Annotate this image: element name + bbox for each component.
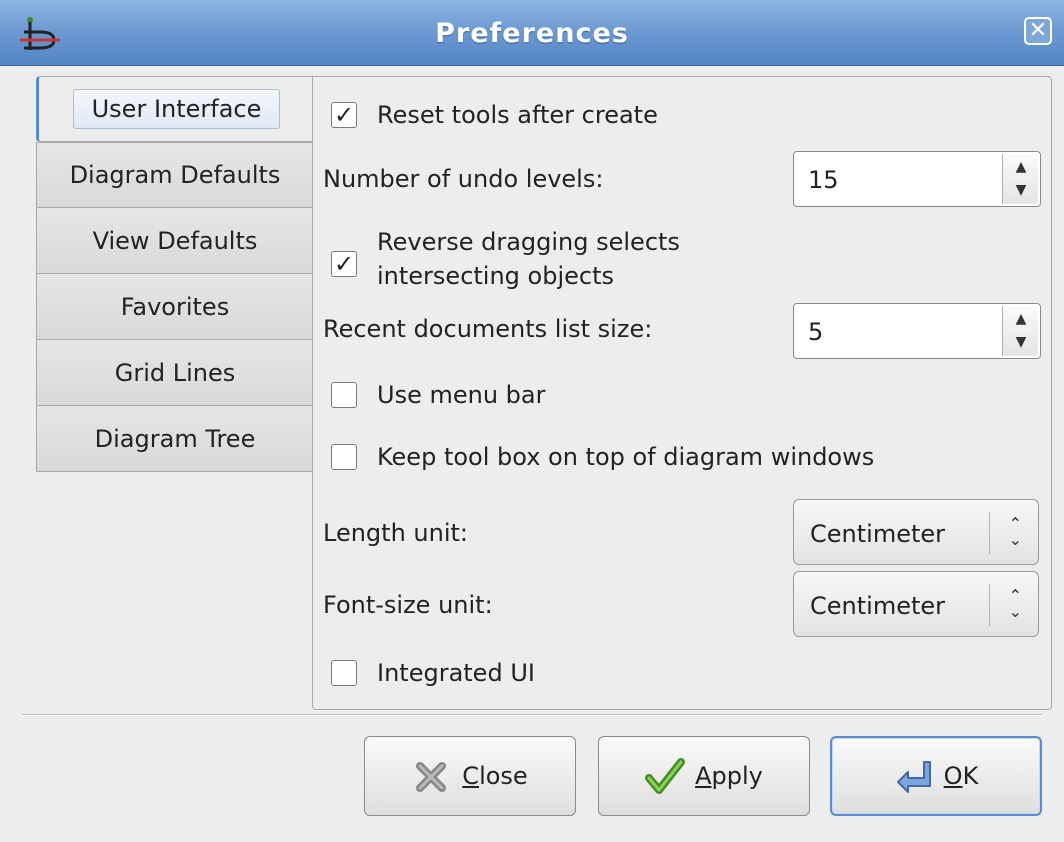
tab-diagram-defaults[interactable]: Diagram Defaults xyxy=(36,142,314,208)
tab-label: User Interface xyxy=(72,89,281,129)
length-unit-combo[interactable]: Centimeter ⌃ ⌄ xyxy=(793,499,1039,565)
reverse-dragging-row[interactable]: ✓ Reverse dragging selects intersecting … xyxy=(313,225,680,293)
window-body: User Interface Diagram Defaults View Def… xyxy=(0,66,1064,842)
apply-button[interactable]: Apply xyxy=(598,736,810,816)
keep-toolbox-label: Keep tool box on top of diagram windows xyxy=(377,443,875,471)
spin-up-icon[interactable]: ▲ xyxy=(1009,155,1033,179)
reverse-dragging-checkbox[interactable]: ✓ xyxy=(331,251,357,277)
button-divider xyxy=(22,714,1042,716)
reverse-dragging-label-line2: intersecting objects xyxy=(377,262,614,290)
length-unit-label: Length unit: xyxy=(323,519,468,547)
tab-view-defaults[interactable]: View Defaults xyxy=(36,208,314,274)
tab-label: Favorites xyxy=(120,292,230,321)
enter-arrow-icon xyxy=(896,761,931,793)
reset-tools-row[interactable]: ✓ Reset tools after create xyxy=(313,101,658,129)
combo-separator xyxy=(989,512,990,554)
length-unit-row: Length unit: xyxy=(323,519,468,547)
undo-levels-row: Number of undo levels: xyxy=(323,165,603,193)
checkmark-icon xyxy=(645,758,686,794)
tab-label: View Defaults xyxy=(92,226,258,255)
reset-tools-label: Reset tools after create xyxy=(377,101,658,129)
undo-levels-value: 15 xyxy=(808,166,839,194)
spin-buttons: ▲ ▼ xyxy=(1002,154,1038,204)
combo-arrows-icon: ⌃ ⌄ xyxy=(1009,516,1022,548)
window-title: Preferences xyxy=(435,18,629,49)
tab-grid-lines[interactable]: Grid Lines xyxy=(36,340,314,406)
spin-down-icon[interactable]: ▼ xyxy=(1009,178,1033,202)
close-button-label: Close xyxy=(462,762,528,790)
ok-button[interactable]: OK xyxy=(830,736,1042,816)
keep-toolbox-checkbox[interactable] xyxy=(331,444,357,470)
font-size-unit-combo[interactable]: Centimeter ⌃ ⌄ xyxy=(793,571,1039,637)
title-bar[interactable]: Preferences ✕ xyxy=(0,0,1064,66)
use-menu-bar-row[interactable]: Use menu bar xyxy=(313,381,545,409)
use-menu-bar-checkbox[interactable] xyxy=(331,382,357,408)
user-interface-panel: ✓ Reset tools after create Number of und… xyxy=(312,76,1052,710)
recent-docs-label: Recent documents list size: xyxy=(323,315,653,343)
tab-label: Grid Lines xyxy=(114,358,236,387)
combo-down-icon: ⌄ xyxy=(1008,530,1022,549)
reverse-dragging-label: Reverse dragging selects intersecting ob… xyxy=(377,225,680,293)
close-x-icon xyxy=(416,762,447,792)
use-menu-bar-label: Use menu bar xyxy=(377,381,546,409)
tab-label: Diagram Tree xyxy=(94,424,256,453)
undo-levels-spinbox[interactable]: 15 ▲ ▼ xyxy=(793,151,1041,207)
ok-button-label: OK xyxy=(943,762,979,790)
tab-favorites[interactable]: Favorites xyxy=(36,274,314,340)
window-close-icon[interactable]: ✕ xyxy=(1024,17,1052,45)
recent-docs-row: Recent documents list size: xyxy=(323,315,652,343)
tab-label: Diagram Defaults xyxy=(69,161,281,189)
integrated-ui-label: Integrated UI xyxy=(377,659,535,687)
integrated-ui-checkbox[interactable] xyxy=(331,660,357,686)
close-button[interactable]: Close xyxy=(364,736,576,816)
combo-down-icon: ⌄ xyxy=(1008,602,1022,621)
recent-docs-spinbox[interactable]: 5 ▲ ▼ xyxy=(793,303,1041,359)
reverse-dragging-label-line1: Reverse dragging selects xyxy=(377,228,680,256)
recent-docs-value: 5 xyxy=(808,318,824,346)
keep-toolbox-row[interactable]: Keep tool box on top of diagram windows xyxy=(313,443,874,471)
reset-tools-checkbox[interactable]: ✓ xyxy=(331,102,357,128)
combo-separator xyxy=(989,584,990,626)
undo-levels-label: Number of undo levels: xyxy=(323,165,604,193)
tab-diagram-tree[interactable]: Diagram Tree xyxy=(36,406,314,472)
font-size-unit-label: Font-size unit: xyxy=(323,591,493,619)
apply-button-label: Apply xyxy=(695,762,763,790)
tab-list: User Interface Diagram Defaults View Def… xyxy=(36,76,314,472)
combo-arrows-icon: ⌃ ⌄ xyxy=(1009,588,1022,620)
length-unit-value: Centimeter xyxy=(810,520,945,548)
integrated-ui-row[interactable]: Integrated UI xyxy=(313,659,535,687)
spin-down-icon[interactable]: ▼ xyxy=(1009,330,1033,354)
tab-user-interface[interactable]: User Interface xyxy=(36,76,314,142)
spin-buttons: ▲ ▼ xyxy=(1002,306,1038,356)
spin-up-icon[interactable]: ▲ xyxy=(1009,307,1033,331)
font-size-unit-row: Font-size unit: xyxy=(323,591,493,619)
font-size-unit-value: Centimeter xyxy=(810,592,945,620)
